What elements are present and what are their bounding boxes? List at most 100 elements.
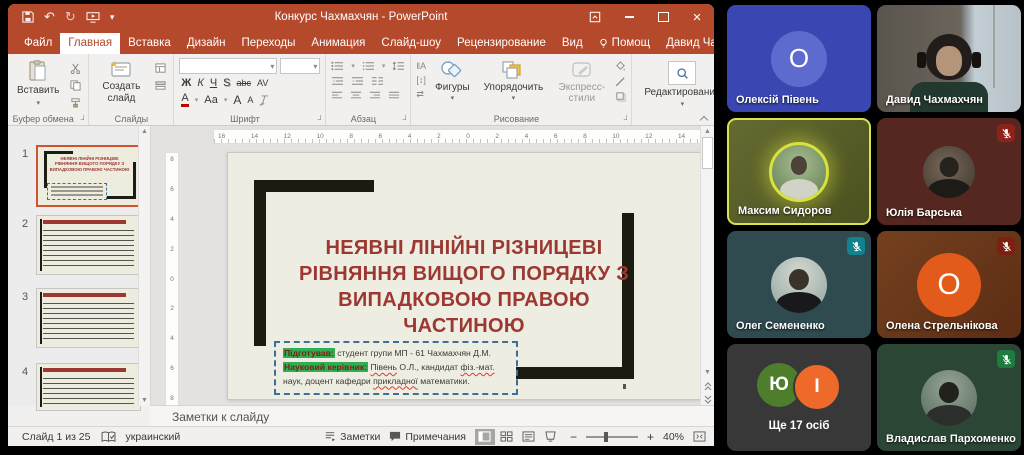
tab-home[interactable]: Главная [60,33,120,54]
horizontal-ruler[interactable]: 1614121086420246810121416 [213,129,714,144]
tab-slideshow[interactable]: Слайд-шоу [373,33,449,54]
new-slide-button[interactable]: Создать слайд [94,58,148,106]
slide-thumbnail-2[interactable] [36,215,141,275]
participant-tile[interactable]: О Олексій Півень [727,5,871,112]
overflow-participants-tile[interactable]: Ю І Ще 17 осіб [727,344,871,451]
next-slide-icon[interactable] [704,395,712,404]
tab-insert[interactable]: Вставка [120,33,179,54]
ribbon-display-options-icon[interactable] [578,4,612,30]
shape-outline-icon[interactable] [615,76,626,87]
underline-button[interactable]: Ч [210,78,217,89]
align-left-icon[interactable] [331,91,343,100]
slide-thumbnail-1[interactable]: НЕЯВНІ ЛІНІЙНІ РІЗНИЦЕВІ РІВНЯННЯ ВИЩОГО… [36,145,143,207]
start-slideshow-icon[interactable] [86,11,100,23]
slide-canvas[interactable]: НЕЯВНІ ЛІНІЙНІ РІЗНИЦЕВІ РІВНЯННЯ ВИЩОГО… [227,152,701,400]
quick-styles-button[interactable]: Экспресс-стили [552,58,611,106]
dialog-launcher-icon[interactable]: ┘ [318,115,324,124]
slide-title[interactable]: НЕЯВНІ ЛІНІЙНІ РІЗНИЦЕВІ РІВНЯННЯ ВИЩОГО… [288,235,640,339]
thumbnail-scrollbar[interactable]: ▲ ▼ [138,126,150,406]
dialog-launcher-icon[interactable]: ┘ [403,115,409,124]
scroll-up-icon[interactable]: ▲ [141,128,148,135]
minimize-button[interactable] [612,4,646,30]
zoom-slider[interactable] [586,436,638,438]
participant-tile[interactable]: О Олена Стрельнікова [877,231,1021,338]
copy-icon[interactable] [67,79,83,92]
slide-thumbnail-3[interactable] [36,288,141,348]
numbering-icon[interactable] [362,61,375,71]
dialog-launcher-icon[interactable]: ┘ [81,115,87,124]
participant-tile-speaking[interactable]: Максим Сидоров [727,118,871,225]
customize-qat-icon[interactable]: ▾ [110,12,115,23]
fit-to-window-icon[interactable] [693,431,706,442]
save-icon[interactable] [22,11,34,23]
participant-tile[interactable]: Олег Семененко [727,231,871,338]
maximize-button[interactable] [646,4,680,30]
close-button[interactable]: × [680,4,714,30]
bold-button[interactable]: Ж [181,78,191,89]
layout-icon[interactable] [152,62,168,75]
justify-icon[interactable] [388,91,400,100]
zoom-slider-thumb[interactable] [604,432,608,442]
participant-tile[interactable]: Юлія Барська [877,118,1021,225]
account-name[interactable]: Давид Ча... [658,33,714,54]
line-spacing-icon[interactable] [392,61,405,71]
reading-view-button[interactable] [519,429,539,445]
tab-design[interactable]: Дизайн [179,33,234,54]
tab-review[interactable]: Рецензирование [449,33,554,54]
increase-indent-icon[interactable] [351,76,364,86]
align-right-icon[interactable] [369,91,381,100]
font-name-combo[interactable]: ▾ [179,58,277,74]
editing-button[interactable]: Редактирование ▾ [636,58,714,111]
zoom-level[interactable]: 40% [663,431,684,443]
participant-tile[interactable]: Владислав Пархоменко [877,344,1021,451]
language-indicator[interactable]: украинский [126,431,181,443]
slide-thumbnail-4[interactable] [36,363,141,411]
paste-button[interactable]: Вставить ▾ [13,58,63,110]
font-color-button[interactable]: А [181,94,188,107]
slide-sorter-view-button[interactable] [497,429,517,445]
notes-pane[interactable]: Заметки к слайду [150,405,714,427]
normal-view-button[interactable] [475,429,495,445]
editor-scrollbar[interactable]: ▲ ▼ [700,126,714,406]
format-painter-icon[interactable] [67,96,83,109]
scroll-down-icon[interactable]: ▼ [141,397,148,404]
text-direction-icon[interactable]: ‖A [416,61,426,71]
arrange-button[interactable]: Упорядочить ▾ [479,58,549,105]
grow-font-button[interactable]: А [233,94,241,106]
shrink-font-button[interactable]: А [247,96,253,105]
scroll-down-icon[interactable]: ▼ [704,369,711,376]
zoom-out-button[interactable]: − [570,430,577,444]
tab-help[interactable]: Помощ [591,33,658,54]
comments-toggle[interactable]: Примечания [389,431,466,443]
redo-icon[interactable]: ↻ [65,9,76,25]
tab-file[interactable]: Файл [16,33,60,54]
clear-format-icon[interactable] [259,95,270,106]
tab-transitions[interactable]: Переходы [233,33,303,54]
spellcheck-icon[interactable] [101,431,116,443]
columns-icon[interactable] [371,76,384,86]
tab-animations[interactable]: Анимация [303,33,373,54]
tab-view[interactable]: Вид [554,33,591,54]
font-size-combo[interactable]: ▾ [280,58,320,74]
notes-toggle[interactable]: Заметки [324,431,380,443]
smartart-icon[interactable]: ⇄ [416,89,426,100]
shape-effects-icon[interactable] [615,91,626,102]
credits-textbox[interactable]: Підготував: студент групи МП - 61 Чахмах… [274,341,518,395]
previous-slide-icon[interactable] [704,382,712,391]
participant-tile[interactable]: Давид Чахмахчян [877,5,1021,112]
zoom-in-button[interactable]: + [647,430,654,444]
shape-fill-icon[interactable] [615,61,626,72]
section-icon[interactable] [152,79,168,92]
shapes-button[interactable]: Фигуры ▾ [430,58,474,105]
dialog-launcher-icon[interactable]: ┘ [624,115,630,124]
vertical-ruler[interactable]: 864202468 [165,152,179,406]
scrollbar-thumb[interactable] [702,137,713,169]
cut-icon[interactable] [67,62,83,75]
slide-counter[interactable]: Слайд 1 из 25 [22,431,91,443]
char-spacing-button[interactable]: AV [257,79,268,88]
align-center-icon[interactable] [350,91,362,100]
italic-button[interactable]: К [197,78,203,89]
scroll-up-icon[interactable]: ▲ [704,128,711,135]
change-case-button[interactable]: Аа [204,95,218,106]
undo-icon[interactable]: ↶ [44,9,55,25]
